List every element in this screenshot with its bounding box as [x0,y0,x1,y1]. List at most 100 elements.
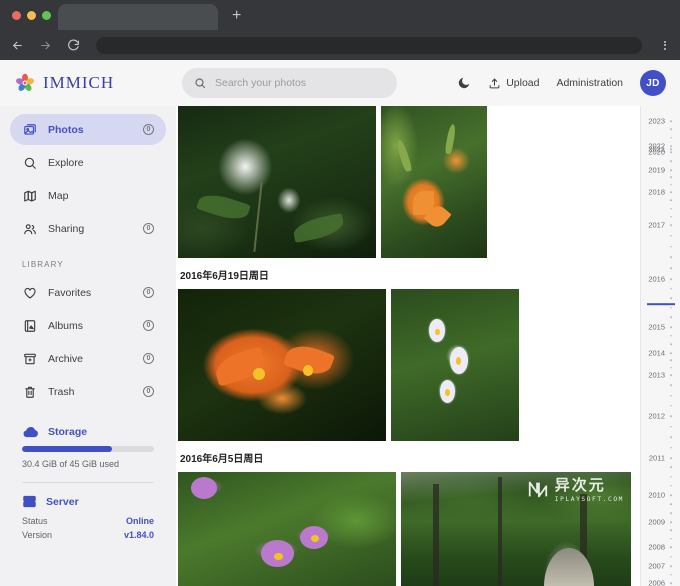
photo-thumbnail-forest-path[interactable]: 异次元 IPLAYSOFT.COM [401,472,631,586]
timeline-tick [670,537,672,540]
address-bar[interactable] [96,36,642,54]
browser-toolbar [0,30,680,60]
kebab-menu-icon[interactable] [658,39,672,51]
timeline-tick [670,529,672,532]
timeline-position-marker[interactable] [647,303,675,305]
storage-used-text: 30.4 GiB of 45 GiB used [22,459,120,469]
search-input[interactable]: Search your photos [182,68,397,98]
photo-row [178,289,640,441]
timeline-tick [670,343,672,346]
timeline-year-label[interactable]: 2014 [648,349,665,358]
sidebar-item-favorites[interactable]: Favorites 0 [10,277,166,308]
administration-link[interactable]: Administration [556,77,623,89]
timeline-year-label[interactable]: 2023 [648,117,665,126]
sidebar-item-map[interactable]: Map [10,180,166,211]
reload-icon[interactable] [64,36,82,54]
primary-nav: Photos 0 Explore Map Sharing 0 [0,114,176,244]
photo-thumbnail-white-astilbe-flowers[interactable] [178,106,376,258]
sidebar-item-trash[interactable]: Trash 0 [10,376,166,407]
timeline-scrubber[interactable]: 2023 2022 2021 2020 2019 2018 2017 2016 2015 2014… [640,106,680,586]
timeline-tick [670,374,672,376]
sidebar-badge: 0 [143,287,154,298]
avatar[interactable]: JD [640,70,666,96]
search-icon [194,77,206,89]
date-header: 2016年6月19日周日 [180,271,269,282]
minimize-window-button[interactable] [27,11,36,20]
watermark-cn: 异次元 [554,476,606,494]
forward-arrow-icon[interactable] [36,36,54,54]
timeline-tick [670,384,672,387]
sidebar-badge: 0 [143,353,154,364]
server-header: Server [22,494,154,509]
timeline-year-label[interactable]: 2020 [648,148,665,157]
sidebar-item-label: Archive [48,352,84,365]
server-panel: Server Status Online Version v1.84.0 [22,494,154,541]
photo-thumbnail-white-potato-flowers[interactable] [391,289,519,441]
server-version-value: v1.84.0 [123,530,154,540]
timeline-tick [670,546,672,548]
timeline-tick [670,352,672,354]
sidebar-item-sharing[interactable]: Sharing 0 [10,213,166,244]
explore-icon [22,155,37,170]
timeline-year-label[interactable]: 2015 [648,323,665,332]
dark-mode-toggle[interactable] [457,76,471,90]
new-tab-button[interactable]: + [232,8,241,24]
timeline-tick [670,287,672,290]
timeline-tick [670,278,672,280]
sidebar-item-label: Favorites [48,286,92,299]
storage-header: Storage [22,425,154,438]
timeline-tick [670,169,672,171]
server-version-row: Version v1.84.0 [22,530,154,540]
timeline-tick [670,466,672,469]
timeline-year-label[interactable]: 2012 [648,412,665,421]
administration-label: Administration [556,77,623,89]
browser-tab[interactable] [58,4,218,30]
server-status-value: Online [125,516,154,526]
sidebar-item-photos[interactable]: Photos 0 [10,114,166,145]
brand-name: IMMICH [43,73,115,92]
timeline-tick [670,404,672,407]
window-controls[interactable] [12,11,51,20]
timeline-tick [670,582,672,584]
timeline-tick [670,436,672,438]
timeline-tick [670,224,672,226]
back-arrow-icon[interactable] [8,36,26,54]
timeline-year-label[interactable]: 2009 [648,518,665,527]
timeline-tick [670,425,672,428]
server-status-row: Status Online [22,516,154,526]
timeline-tick [670,512,672,514]
upload-button[interactable]: Upload [488,77,539,90]
timeline-tick [670,151,672,153]
browser-window: + IMMICH Search your photos Upload Admin… [0,0,680,586]
timeline-year-label[interactable]: 2008 [648,543,665,552]
brand-logo[interactable]: IMMICH [14,72,164,94]
timeline-year-label[interactable]: 2010 [648,491,665,500]
timeline-tick [670,555,672,558]
photo-thumbnail-orange-daylilies[interactable] [178,289,386,441]
timeline-year-label[interactable]: 2013 [648,371,665,380]
sidebar-item-label: Map [48,189,69,202]
photo-thumbnail-orange-lily-buds[interactable] [381,106,487,258]
map-icon [22,188,37,203]
timeline-tick [670,136,672,139]
timeline-year-label[interactable]: 2017 [648,221,665,230]
storage-panel[interactable]: Storage 30.4 GiB of 45 GiB used [22,425,154,469]
photo-row: 异次元 IPLAYSOFT.COM [178,472,640,586]
photo-thumbnail-purple-potato-flowers[interactable] [178,472,396,586]
timeline-year-label[interactable]: 2016 [648,275,665,284]
timeline-tick [670,297,672,299]
sidebar-item-label: Explore [48,156,84,169]
sidebar-item-explore[interactable]: Explore [10,147,166,178]
timeline-year-label[interactable]: 2011 [649,454,665,463]
close-window-button[interactable] [12,11,21,20]
photo-grid: 2016年6月19日周日 2016年6月5日周日 异次元 IPLAYSOFT.COM [176,106,640,586]
timeline-year-label[interactable]: 2018 [648,188,665,197]
sidebar-badge: 0 [143,320,154,331]
timeline-year-label[interactable]: 2019 [648,166,665,175]
library-nav: Favorites 0 Albums 0 Archive 0 Trash 0 [0,277,176,407]
watermark-en: IPLAYSOFT.COM [554,495,624,503]
timeline-year-label[interactable]: 2007 [648,562,665,571]
sidebar-item-archive[interactable]: Archive 0 [10,343,166,374]
sidebar-item-albums[interactable]: Albums 0 [10,310,166,341]
maximize-window-button[interactable] [42,11,51,20]
